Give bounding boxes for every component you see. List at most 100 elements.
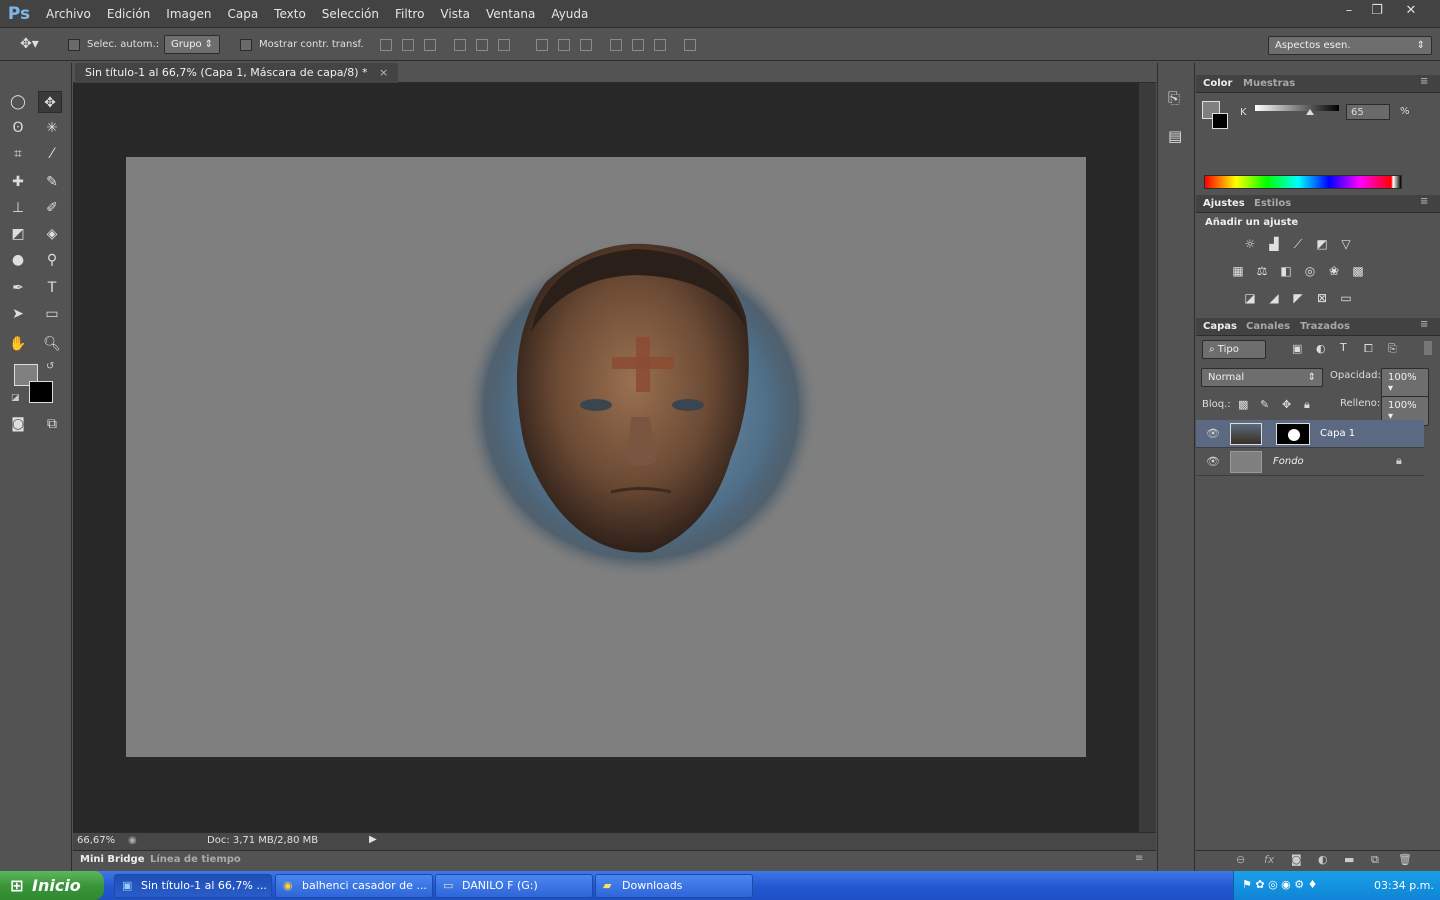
gradient-map-icon[interactable]: ▭ [1338, 291, 1354, 305]
brush-icon[interactable]: ✎ [40, 171, 64, 193]
history-brush-icon[interactable]: ✐ [40, 197, 64, 219]
trash-icon[interactable]: 🗑︎ [1398, 853, 1412, 866]
hand-tool-icon[interactable]: ✋ [6, 333, 30, 355]
align-left-icon[interactable] [454, 39, 466, 51]
invert-icon[interactable]: ◪ [1242, 291, 1258, 305]
layer-style-icon[interactable]: fx [1264, 853, 1274, 866]
task-chrome[interactable]: ◉ balhenci casador de ... [275, 874, 433, 898]
panel-menu-icon[interactable]: ≡ [1135, 853, 1143, 864]
healing-brush-icon[interactable]: ✚ [6, 171, 30, 193]
move-tool-preset-icon[interactable]: ✥▾ [20, 36, 39, 52]
pen-icon[interactable]: ✒ [6, 277, 30, 299]
tab-trazados[interactable]: Trazados [1300, 321, 1350, 332]
align-bottom-icon[interactable] [424, 39, 436, 51]
align-hcenter-icon[interactable] [476, 39, 488, 51]
tab-estilos[interactable]: Estilos [1254, 198, 1291, 209]
tab-mini-bridge[interactable]: Mini Bridge [80, 854, 145, 865]
menu-imagen[interactable]: Imagen [158, 7, 219, 21]
lock-position-icon[interactable]: ✥ [1282, 398, 1291, 411]
tab-muestras[interactable]: Muestras [1243, 78, 1295, 89]
vibrance-icon[interactable]: ▽ [1338, 237, 1354, 251]
color-ramp[interactable] [1204, 175, 1402, 189]
filter-toggle[interactable] [1424, 341, 1432, 355]
layer-name[interactable]: Capa 1 [1320, 428, 1355, 439]
document-tab[interactable]: Sin título-1 al 66,7% (Capa 1, Máscara d… [75, 63, 399, 83]
levels-icon[interactable]: ▟ [1266, 237, 1282, 251]
hue-saturation-icon[interactable]: ▦ [1230, 264, 1246, 278]
visibility-eye-icon[interactable]: 👁︎ [1206, 455, 1220, 468]
auto-select-target-select[interactable]: Grupo ⇕ [164, 35, 220, 54]
tab-canales[interactable]: Canales [1246, 321, 1290, 332]
elliptical-marquee-icon[interactable]: ◯ [6, 91, 30, 113]
tray-icons[interactable]: ⚑ ✿ ◎ ◉ ⚙ ♦ [1242, 878, 1317, 891]
filter-adjustment-icon[interactable]: ◐ [1316, 342, 1326, 355]
color-background-swatch[interactable] [1212, 113, 1228, 129]
distribute-vcenter-icon[interactable] [558, 39, 570, 51]
align-vcenter-icon[interactable] [402, 39, 414, 51]
k-slider-track[interactable] [1255, 105, 1339, 115]
magic-wand-icon[interactable]: ✳ [40, 117, 64, 139]
layer-name[interactable]: Fondo [1273, 456, 1304, 467]
menu-capa[interactable]: Capa [219, 7, 266, 21]
blend-mode-select[interactable]: Normal ⇕ [1201, 368, 1323, 387]
black-white-icon[interactable]: ◧ [1278, 264, 1294, 278]
default-colors-icon[interactable]: ◪ [11, 393, 20, 403]
menu-texto[interactable]: Texto [266, 7, 314, 21]
screen-mode-icon[interactable]: ⧉ [40, 413, 64, 435]
lock-all-icon[interactable]: 🔒︎ [1304, 398, 1310, 412]
distribute-bottom-icon[interactable] [580, 39, 592, 51]
posterize-icon[interactable]: ◢ [1266, 291, 1282, 305]
lock-paint-icon[interactable]: ✎ [1260, 398, 1269, 411]
show-transform-checkbox[interactable] [240, 38, 252, 51]
restore-button[interactable]: ❐ [1366, 2, 1388, 20]
distribute-right-icon[interactable] [654, 39, 666, 51]
tab-color[interactable]: Color [1203, 78, 1232, 89]
align-top-icon[interactable] [380, 39, 392, 51]
lock-transparent-icon[interactable]: ▩ [1238, 398, 1248, 411]
k-value-input[interactable]: 65 [1346, 104, 1390, 120]
visibility-eye-icon[interactable]: 👁︎ [1206, 427, 1220, 440]
dodge-icon[interactable]: ⚲ [40, 249, 64, 271]
menu-edicion[interactable]: Edición [99, 7, 158, 21]
opacity-input[interactable]: 100% ▾ [1381, 368, 1429, 398]
brightness-icon[interactable]: ☼ [1242, 237, 1258, 251]
document-canvas[interactable] [126, 157, 1086, 757]
menu-archivo[interactable]: Archivo [38, 7, 99, 21]
paint-bucket-icon[interactable]: ◈ [40, 223, 64, 245]
filter-pixel-icon[interactable]: ▣ [1292, 342, 1302, 355]
status-info-icon[interactable]: ◉ [128, 835, 137, 846]
photo-filter-icon[interactable]: ◎ [1302, 264, 1318, 278]
k-slider-thumb[interactable] [1305, 109, 1314, 115]
panel-menu-icon[interactable]: ≡ [1420, 76, 1428, 87]
panel-menu-icon[interactable]: ≡ [1420, 319, 1428, 330]
filter-shape-icon[interactable]: ⧠ [1364, 342, 1373, 356]
menu-ayuda[interactable]: Ayuda [543, 7, 596, 21]
crop-icon[interactable]: ⌗ [6, 143, 30, 165]
panel-menu-icon[interactable]: ≡ [1420, 196, 1428, 207]
task-drive[interactable]: ▭ DANILO F (G:) [435, 874, 593, 898]
type-tool-icon[interactable]: T [40, 277, 64, 299]
task-photoshop[interactable]: ▣ Sin título-1 al 66,7% ... [114, 874, 272, 898]
add-mask-icon[interactable]: ◙ [1291, 853, 1302, 866]
swap-colors-icon[interactable]: ↺ [46, 361, 54, 372]
distribute-hcenter-icon[interactable] [632, 39, 644, 51]
rectangle-tool-icon[interactable]: ▭ [40, 303, 64, 325]
layer-row-capa-1[interactable]: 👁︎ Capa 1 [1196, 420, 1424, 448]
menu-filtro[interactable]: Filtro [387, 7, 432, 21]
eyedropper-icon[interactable]: ⁄ [40, 143, 64, 165]
auto-align-icon[interactable] [684, 39, 696, 51]
start-button[interactable]: ⊞ Inicio [0, 871, 104, 900]
filter-smart-object-icon[interactable]: ⎘ [1388, 342, 1397, 356]
align-right-icon[interactable] [498, 39, 510, 51]
menu-vista[interactable]: Vista [432, 7, 478, 21]
path-selection-icon[interactable]: ➤ [6, 303, 30, 325]
move-tool-icon[interactable]: ✥ [38, 91, 62, 113]
background-color-swatch[interactable] [29, 381, 53, 403]
blur-icon[interactable]: ● [6, 249, 30, 271]
vertical-scrollbar[interactable] [1139, 83, 1156, 832]
threshold-icon[interactable]: ◤ [1290, 291, 1306, 305]
distribute-left-icon[interactable] [610, 39, 622, 51]
color-lookup-icon[interactable]: ▩ [1350, 264, 1366, 278]
auto-select-checkbox[interactable] [68, 38, 80, 51]
link-layers-icon[interactable]: ⊖ [1236, 853, 1245, 866]
